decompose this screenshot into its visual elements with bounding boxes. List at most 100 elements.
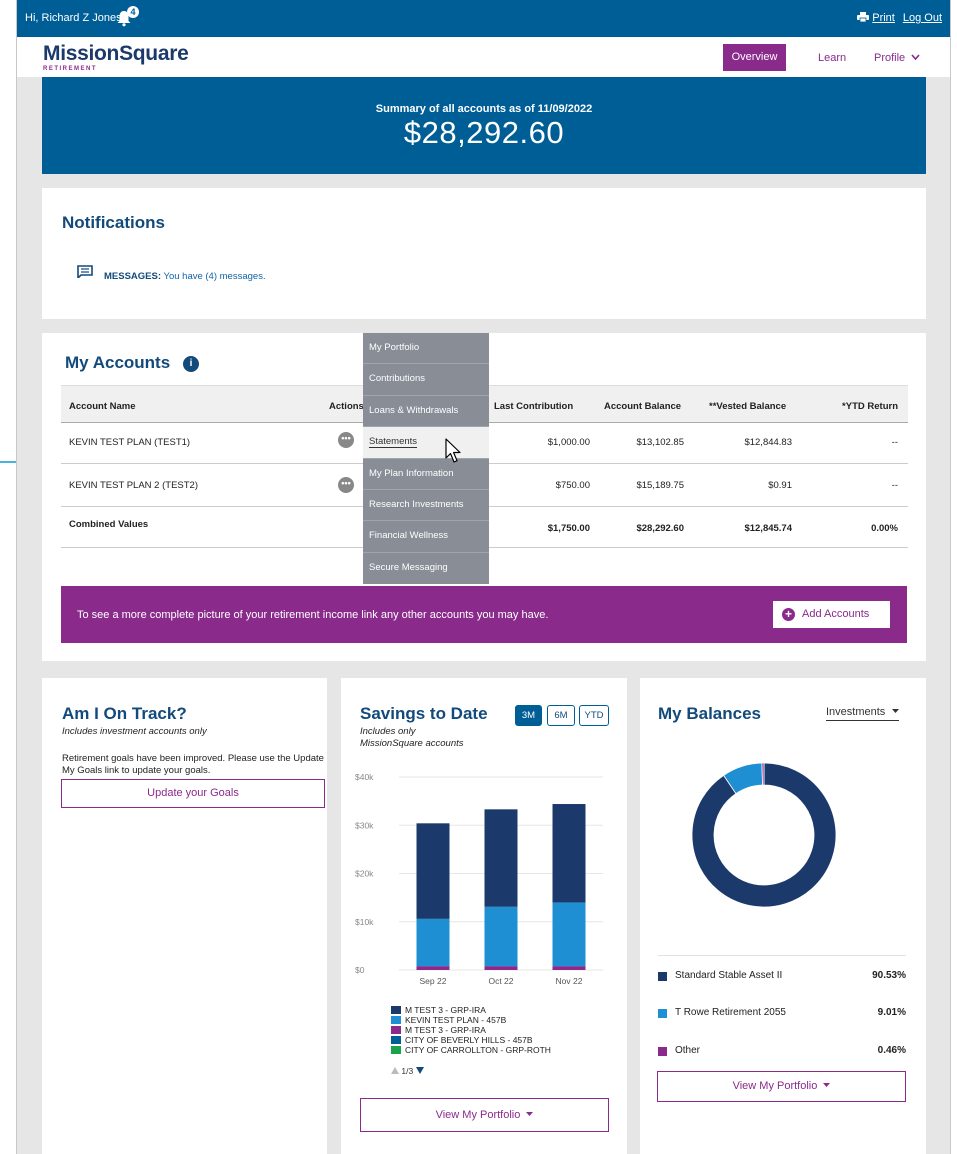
menu-item-secure-messaging[interactable]: Secure Messaging	[363, 553, 489, 584]
legend-label: KEVIN TEST PLAN - 457B	[405, 1015, 507, 1025]
messages-link[interactable]: MESSAGES: You have (4) messages.	[104, 271, 266, 282]
message-icon	[77, 265, 93, 278]
x-tick-label: Oct 22	[488, 976, 513, 986]
combined-balance: $28,292.60	[636, 523, 684, 534]
print-label: Print	[872, 12, 895, 24]
nav-profile[interactable]: Profile	[874, 52, 920, 64]
x-tick-label: Nov 22	[556, 976, 583, 986]
link-accounts-banner: To see a more complete picture of your r…	[61, 586, 907, 643]
notifications-card: Notifications MESSAGES: You have (4) mes…	[42, 188, 926, 319]
menu-item-my-portfolio[interactable]: My Portfolio	[363, 333, 489, 365]
investments-select[interactable]: Investments	[826, 706, 900, 721]
bar-segment	[416, 966, 450, 970]
on-track-description: Retirement goals have been improved. Ple…	[62, 753, 324, 776]
legend-swatch	[391, 1046, 401, 1054]
balance-row: Standard Stable Asset II 90.53%	[658, 968, 906, 988]
legend-label: M TEST 3 - GRP-IRA	[405, 1005, 486, 1015]
col-account-name: Account Name	[69, 401, 136, 412]
logout-link[interactable]: Log Out	[903, 12, 942, 24]
combined-last-contribution: $1,750.00	[547, 523, 590, 534]
on-track-title: Am I On Track?	[62, 704, 187, 723]
notifications-title: Notifications	[62, 213, 165, 232]
caret-down-icon	[526, 1112, 534, 1116]
notification-badge: 4	[127, 6, 139, 18]
plus-icon: +	[782, 608, 795, 621]
last-contribution: $750.00	[555, 480, 590, 491]
legend-label: CITY OF CARROLLTON - GRP-ROTH	[405, 1045, 551, 1055]
balance-swatch	[658, 972, 667, 981]
messages-label: MESSAGES:	[104, 271, 162, 282]
col-actions: Actions	[329, 401, 364, 412]
balance-swatch	[658, 1009, 667, 1018]
menu-item-plan-information[interactable]: My Plan Information	[363, 459, 489, 490]
on-track-subtitle: Includes investment accounts only	[62, 726, 207, 737]
view-portfolio-label: View My Portfolio	[732, 1080, 818, 1092]
balance-swatch	[658, 1047, 667, 1056]
add-accounts-button[interactable]: + Add Accounts	[773, 601, 890, 628]
combined-ytd: 0.00%	[871, 523, 898, 534]
legend-swatch	[391, 1026, 401, 1034]
col-ytd-return: *YTD Return	[842, 401, 898, 412]
balances-donut-chart	[691, 762, 837, 908]
y-tick-label: $10k	[355, 917, 374, 927]
y-tick-label: $20k	[355, 869, 374, 879]
balance-name: Other	[675, 1045, 701, 1056]
legend-item: CITY OF BEVERLY HILLS - 457B	[391, 1035, 551, 1045]
printer-icon	[857, 12, 870, 22]
update-goals-button[interactable]: Update your Goals	[61, 779, 325, 808]
on-track-card: Am I On Track? Includes investment accou…	[42, 678, 327, 1154]
y-tick-label: $30k	[355, 820, 374, 830]
actions-dropdown-menu: My Portfolio Contributions Loans & Withd…	[363, 333, 489, 584]
menu-item-contributions[interactable]: Contributions	[363, 364, 489, 396]
vested-balance: $12,844.83	[744, 437, 792, 448]
y-tick-label: $0	[355, 965, 365, 975]
balance-row: Other 0.46%	[658, 1043, 906, 1063]
more-actions-icon[interactable]: •••	[338, 432, 354, 448]
view-portfolio-button[interactable]: View My Portfolio	[360, 1098, 609, 1132]
messages-text: You have (4) messages.	[163, 271, 266, 282]
legend-pager: 1/3	[391, 1066, 424, 1076]
investments-select-label: Investments	[826, 706, 886, 718]
x-tick-label: Sep 22	[420, 976, 447, 986]
menu-item-statements-label: Statements	[369, 436, 418, 449]
balances-card: My Balances Investments Standard Stable …	[640, 678, 926, 1154]
accounts-title: My Accounts	[65, 353, 171, 372]
menu-item-research-investments[interactable]: Research Investments	[363, 490, 489, 522]
bar-segment	[484, 966, 518, 970]
bar-segment	[484, 809, 518, 907]
logo[interactable]: MissionSquare RETIREMENT	[43, 42, 189, 72]
menu-item-financial-wellness[interactable]: Financial Wellness	[363, 521, 489, 553]
pager-label: 1/3	[401, 1066, 414, 1076]
banner-text: To see a more complete picture of your r…	[77, 609, 549, 621]
donut-slice	[761, 762, 765, 786]
summary-label: Summary of all accounts as of 11/09/2022	[375, 103, 593, 115]
menu-item-statements[interactable]: Statements	[363, 427, 489, 459]
bar-segment	[416, 823, 450, 919]
view-portfolio-button[interactable]: View My Portfolio	[657, 1071, 906, 1102]
balance-row: T Rowe Retirement 2055 9.01%	[658, 1005, 906, 1025]
menu-item-loans-withdrawals[interactable]: Loans & Withdrawals	[363, 396, 489, 428]
print-link[interactable]: Print	[857, 12, 895, 24]
summary-amount: $28,292.60	[403, 115, 565, 150]
caret-down-icon	[823, 1083, 831, 1087]
account-balance: $15,189.75	[636, 480, 684, 491]
last-contribution: $1,000.00	[547, 437, 590, 448]
info-icon[interactable]: i	[183, 356, 199, 372]
legend-swatch	[391, 1036, 401, 1044]
logo-subtitle: RETIREMENT	[43, 66, 97, 72]
top-bar: Hi, Richard Z Jones 4 Print Log Out	[17, 0, 950, 37]
triangle-up-icon[interactable]	[391, 1067, 399, 1074]
more-actions-icon[interactable]: •••	[338, 477, 354, 493]
legend-item: M TEST 3 - GRP-IRA	[391, 1005, 551, 1015]
nav-learn[interactable]: Learn	[818, 52, 846, 64]
nav-overview[interactable]: Overview	[723, 44, 786, 71]
bar-segment	[552, 902, 586, 967]
y-tick-label: $40k	[355, 772, 374, 782]
balance-percent: 0.46%	[877, 1045, 906, 1056]
legend-item: M TEST 3 - GRP-IRA	[391, 1025, 551, 1035]
nav-profile-label: Profile	[874, 52, 906, 64]
triangle-down-icon[interactable]	[415, 1067, 424, 1074]
account-name: KEVIN TEST PLAN 2 (TEST2)	[69, 480, 198, 491]
vested-balance: $0.91	[768, 480, 792, 491]
savings-legend: M TEST 3 - GRP-IRA KEVIN TEST PLAN - 457…	[391, 1005, 551, 1055]
